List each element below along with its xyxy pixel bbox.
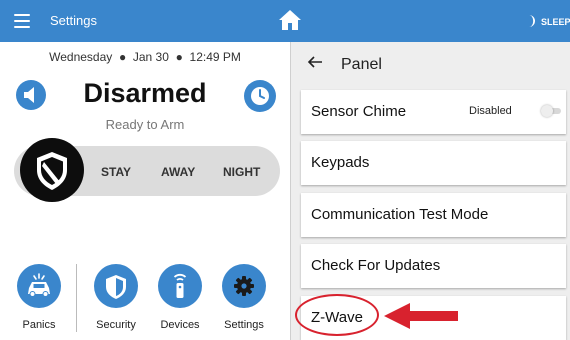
red-arrow-icon bbox=[384, 303, 458, 329]
topbar-title: Settings bbox=[50, 13, 97, 28]
panics-label: Panics bbox=[22, 319, 56, 331]
panel-title: Panel bbox=[341, 56, 382, 73]
security-button[interactable] bbox=[94, 264, 138, 308]
arm-stay-option[interactable]: STAY bbox=[101, 165, 131, 179]
panics-button[interactable] bbox=[17, 264, 61, 308]
item-label: Sensor Chime bbox=[311, 103, 407, 120]
settings-label: Settings bbox=[224, 319, 264, 331]
clock-button[interactable] bbox=[244, 80, 276, 112]
separator-dot: ● bbox=[172, 50, 187, 64]
shield-icon bbox=[37, 152, 67, 190]
back-arrow-icon[interactable] bbox=[307, 55, 323, 69]
item-label: Communication Test Mode bbox=[311, 206, 489, 223]
separator-dot: ● bbox=[115, 50, 130, 64]
police-car-icon bbox=[28, 273, 50, 297]
highlight-ellipse bbox=[295, 294, 379, 336]
home-icon[interactable] bbox=[278, 8, 302, 32]
arm-away-option[interactable]: AWAY bbox=[161, 165, 195, 179]
moon-icon[interactable] bbox=[525, 15, 537, 27]
item-value: Disabled bbox=[469, 105, 512, 117]
time-text: 12:49 PM bbox=[189, 50, 241, 64]
item-label: Check For Updates bbox=[311, 257, 441, 274]
gear-icon bbox=[234, 276, 254, 296]
date-time: Wednesday ● Jan 30 ● 12:49 PM bbox=[0, 50, 290, 64]
security-label: Security bbox=[96, 319, 136, 331]
status-panel: Wednesday ● Jan 30 ● 12:49 PM Disarmed R… bbox=[0, 42, 290, 340]
menu-icon[interactable] bbox=[14, 14, 30, 28]
sensor-chime-toggle[interactable] bbox=[541, 105, 563, 117]
weekday-text: Wednesday bbox=[49, 50, 113, 64]
settings-button[interactable] bbox=[222, 264, 266, 308]
item-label: Keypads bbox=[311, 154, 370, 171]
sleep-button[interactable]: SLEEP bbox=[541, 17, 570, 27]
top-bar: Settings SLEEP bbox=[0, 0, 570, 42]
devices-label: Devices bbox=[160, 319, 200, 331]
date-text: Jan 30 bbox=[132, 50, 169, 64]
shield-icon bbox=[106, 275, 126, 299]
clock-icon bbox=[251, 87, 269, 105]
list-item-sensor-chime[interactable]: Sensor Chime Disabled bbox=[301, 90, 566, 134]
list-item-communication-test-mode[interactable]: Communication Test Mode bbox=[301, 193, 566, 237]
nav-divider bbox=[76, 264, 77, 332]
list-item-keypads[interactable]: Keypads bbox=[301, 141, 566, 185]
system-substatus: Ready to Arm bbox=[105, 117, 185, 132]
arm-slider-handle[interactable] bbox=[20, 138, 84, 202]
arm-night-option[interactable]: NIGHT bbox=[223, 165, 260, 179]
remote-icon bbox=[173, 273, 187, 298]
list-item-check-for-updates[interactable]: Check For Updates bbox=[301, 244, 566, 288]
devices-button[interactable] bbox=[158, 264, 202, 308]
